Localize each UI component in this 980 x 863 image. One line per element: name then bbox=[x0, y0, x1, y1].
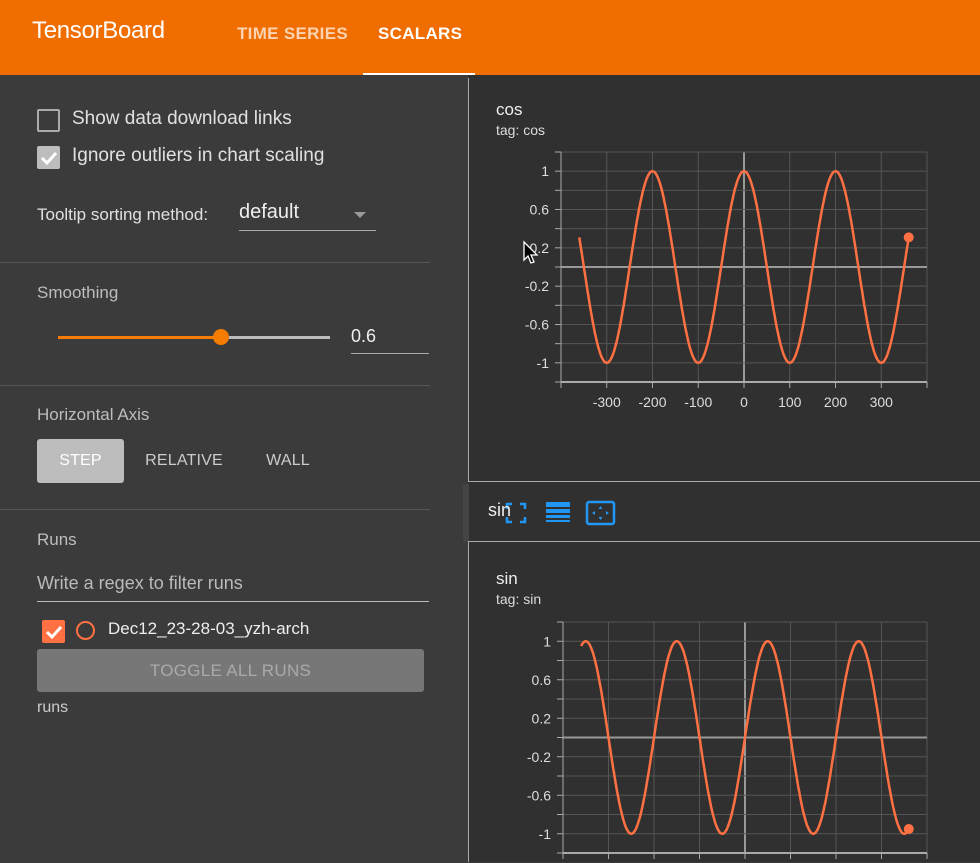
toggle-all-runs-button[interactable]: TOGGLE ALL RUNS bbox=[37, 649, 424, 692]
tab-time-series[interactable]: TIME SERIES bbox=[237, 24, 348, 44]
axis-wall-button[interactable]: WALL bbox=[250, 439, 326, 483]
run-color-icon[interactable] bbox=[76, 621, 95, 640]
check-icon bbox=[45, 625, 63, 640]
slider-fill bbox=[58, 336, 222, 339]
divider bbox=[0, 509, 430, 510]
smoothing-slider[interactable] bbox=[58, 329, 330, 345]
x-tick-label: 0 bbox=[740, 394, 748, 410]
divider bbox=[0, 262, 430, 263]
x-tick-label: 200 bbox=[824, 394, 848, 410]
x-tick-label: 100 bbox=[778, 394, 802, 410]
y-tick-label: 0.6 bbox=[530, 202, 550, 218]
y-tick-label: -0.2 bbox=[525, 278, 549, 294]
y-tick-label: -1 bbox=[539, 826, 552, 842]
x-tick-label: -300 bbox=[593, 394, 621, 410]
y-tick-label: 0.2 bbox=[532, 710, 552, 726]
show-download-links-checkbox[interactable] bbox=[37, 109, 60, 132]
app-header: TensorBoard TIME SERIES SCALARS bbox=[0, 0, 980, 75]
x-tick-label: -200 bbox=[638, 394, 666, 410]
runs-filter-input[interactable]: Write a regex to filter runs bbox=[37, 573, 243, 594]
input-underline bbox=[37, 601, 429, 602]
panel-resize-handle[interactable] bbox=[463, 484, 469, 542]
ignore-outliers-label[interactable]: Ignore outliers in chart scaling bbox=[72, 145, 324, 167]
x-tick-label: 300 bbox=[870, 394, 894, 410]
chevron-down-icon[interactable] bbox=[354, 212, 366, 218]
cos-chart[interactable]: 10.60.2-0.2-0.6-1-300 -200 -100 0 100 200 300 bbox=[469, 78, 980, 482]
input-underline bbox=[351, 353, 429, 354]
y-tick-label: 1 bbox=[541, 163, 549, 179]
data-table-icon[interactable] bbox=[544, 499, 572, 527]
runs-title: Runs bbox=[37, 530, 77, 549]
ignore-outliers-checkbox[interactable] bbox=[37, 146, 60, 169]
brand-title: TensorBoard bbox=[32, 17, 165, 44]
sin-chart[interactable]: 1 0.6 0.2 -0.2 -0.6 -1 bbox=[469, 542, 980, 863]
sidebar: Show data download links Ignore outliers… bbox=[0, 75, 430, 862]
horizontal-axis-title: Horizontal Axis bbox=[37, 405, 150, 424]
chart-card-cos: cos tag: cos 1 0.6 0.2 -0.2 -0.6 -1 -300 -200 -1… bbox=[468, 78, 980, 526]
y-tick-label: -0.2 bbox=[527, 749, 551, 765]
show-download-links-label[interactable]: Show data download links bbox=[72, 108, 292, 130]
tooltip-sorting-select[interactable]: default bbox=[239, 201, 299, 224]
tab-scalars[interactable]: SCALARS bbox=[378, 24, 462, 44]
check-icon bbox=[40, 151, 58, 166]
tooltip-sorting-label: Tooltip sorting method: bbox=[37, 205, 209, 224]
axis-step-button[interactable]: STEP bbox=[37, 439, 124, 483]
fit-domain-icon[interactable] bbox=[585, 499, 617, 527]
chart-card-sin: sin tag: sin 1 0.6 0.2 -0.2 -0.6 -1 bbox=[468, 541, 980, 862]
last-point-marker bbox=[903, 824, 914, 835]
y-tick-label: 1 bbox=[543, 633, 551, 649]
runs-footer: runs bbox=[37, 699, 69, 716]
run-name[interactable]: Dec12_23-28-03_yzh-arch bbox=[108, 619, 309, 639]
smoothing-value-input[interactable]: 0.6 bbox=[351, 326, 376, 347]
divider bbox=[0, 385, 430, 386]
x-tick-label: -100 bbox=[684, 394, 712, 410]
smoothing-title: Smoothing bbox=[37, 283, 119, 302]
select-underline bbox=[239, 230, 376, 231]
y-tick-label: -0.6 bbox=[527, 787, 551, 803]
last-point-marker bbox=[903, 232, 914, 243]
group-title-sin[interactable]: sin bbox=[488, 500, 511, 521]
y-tick-label: -1 bbox=[537, 355, 550, 371]
run-checkbox[interactable] bbox=[42, 620, 65, 643]
y-tick-label: -0.6 bbox=[525, 317, 549, 333]
mouse-cursor-icon bbox=[523, 240, 539, 264]
y-tick-label: 0.6 bbox=[532, 672, 552, 688]
slider-thumb[interactable] bbox=[213, 329, 230, 345]
axis-relative-button[interactable]: RELATIVE bbox=[135, 439, 233, 483]
